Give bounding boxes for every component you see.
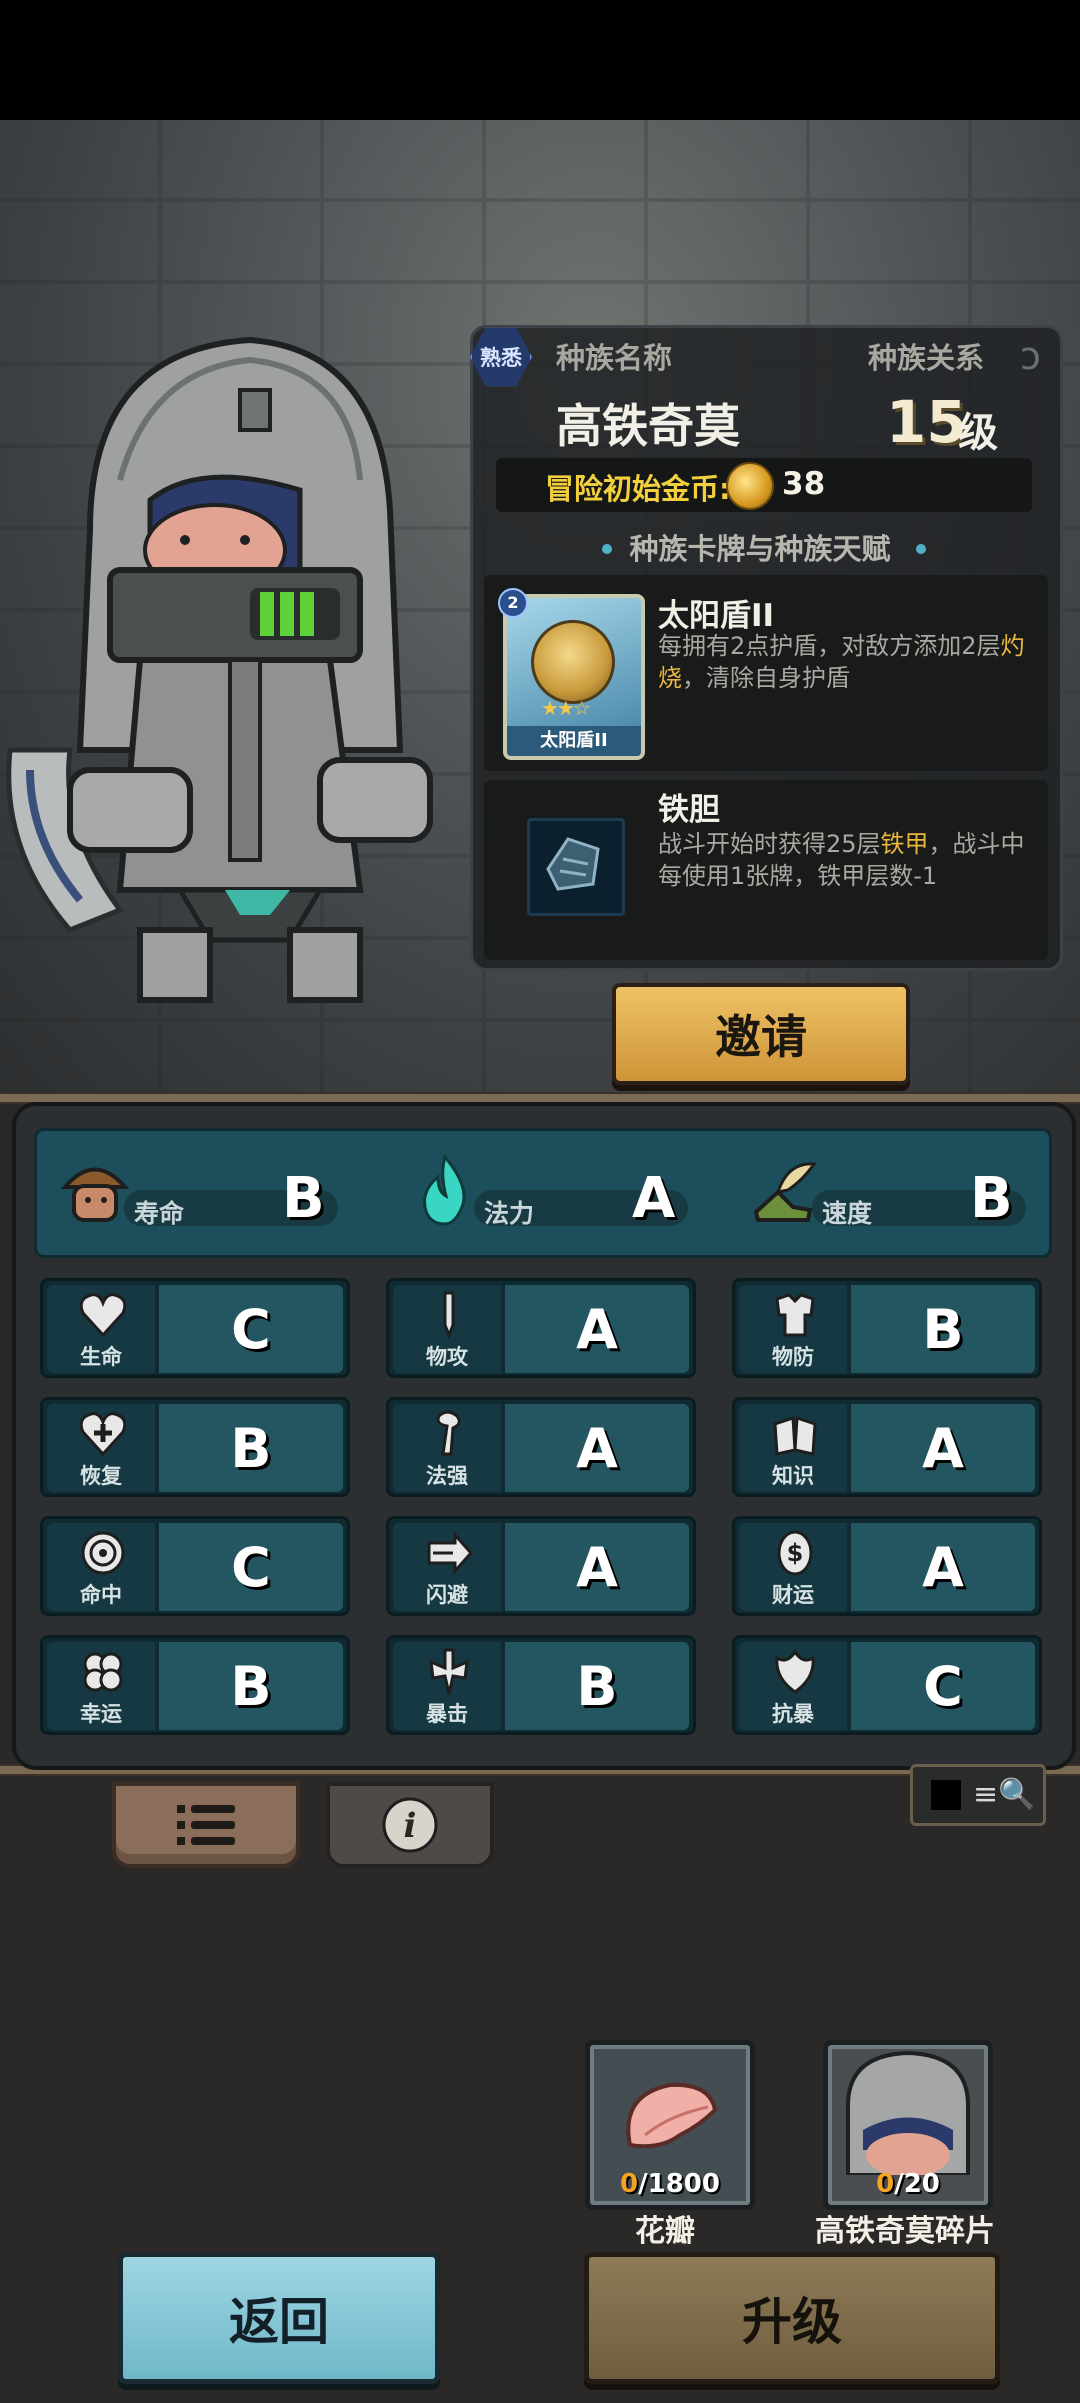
sun-shield-card-thumbnail[interactable]: ★★☆ 太阳盾II [503, 594, 645, 760]
svg-text:$: $ [787, 1539, 804, 1567]
stat-knowledge: 知识 A [732, 1397, 1042, 1497]
tab-list[interactable] [112, 1782, 300, 1868]
section-title: 种族卡牌与种族天赋 [629, 532, 891, 566]
summary-mana: 法力 A [410, 1140, 710, 1240]
stat-luck: 幸运 B [40, 1635, 350, 1735]
stat-hp: 生命 C [40, 1278, 350, 1378]
stat-accuracy: 命中 C [40, 1516, 350, 1616]
race-relation-button[interactable]: 种族关系 [868, 335, 984, 377]
gold-coin-icon [726, 462, 774, 510]
card-level-badge: 2 [498, 588, 528, 618]
target-icon [81, 1531, 125, 1575]
starting-gold-value: 38 [782, 466, 826, 502]
petal-count: 0/1800 [620, 2169, 720, 2199]
upgrade-button[interactable]: 升级 [584, 2252, 1000, 2384]
stat-wealth: $ 财运 A [732, 1516, 1042, 1616]
petal-label: 花瓣 [635, 2214, 695, 2249]
svg-text:i: i [404, 1806, 417, 1846]
stat-dodge: 闪避 A [386, 1516, 696, 1616]
character-illustration [0, 330, 470, 1020]
stat-recovery: 恢复 B [40, 1397, 350, 1497]
list-search-icon: ≡🔍 [973, 1777, 1036, 1812]
dash-arrow-icon [427, 1531, 473, 1575]
shield-flower-icon [775, 1649, 815, 1694]
petal-resource[interactable]: 0/1800 [585, 2040, 755, 2210]
petal-icon [626, 2082, 718, 2149]
invite-button[interactable]: 邀请 [612, 983, 910, 1085]
card-description: 每拥有2点护盾，对敌方添加2层灼烧，清除自身护盾 [658, 632, 1025, 692]
view-toggle-button[interactable]: ≡🔍 [910, 1764, 1046, 1826]
list-icon [177, 1805, 235, 1845]
swirl-icon: ↄ [1020, 334, 1041, 378]
tab-info[interactable]: i [326, 1782, 494, 1868]
shard-label: 高铁奇莫碎片 [815, 2214, 995, 2249]
info-icon: i [382, 1797, 438, 1853]
status-bar [0, 0, 1080, 120]
stat-physical-defense: 物防 B [732, 1278, 1042, 1378]
crit-icon [429, 1648, 469, 1695]
square-icon [931, 1780, 961, 1810]
familiar-badge: 熟悉 [470, 326, 532, 388]
summary-speed: 速度 B [748, 1140, 1048, 1240]
starting-gold-label: 冒险初始金币: [545, 472, 731, 506]
race-name-label: 种族名称 [556, 341, 673, 375]
blue-flame-icon [423, 1153, 466, 1226]
book-icon [773, 1415, 817, 1456]
winged-boot-icon [753, 1162, 817, 1222]
coin-dollar-icon: $ [777, 1530, 813, 1576]
sun-shield-icon [531, 620, 615, 704]
armor-icon [775, 1293, 815, 1337]
card-stars-icon: ★★☆ [541, 696, 591, 720]
stat-magic-power: 法强 A [386, 1397, 696, 1497]
stat-physical-attack: 物攻 A [386, 1278, 696, 1378]
talent-description: 战斗开始时获得25层铁甲，战斗中每使用1张牌，铁甲层数-1 [658, 830, 1025, 890]
race-name: 高铁奇莫 [556, 399, 740, 453]
stat-critical: 暴击 B [386, 1635, 696, 1735]
card-thumb-name: 太阳盾II [507, 726, 641, 756]
mushroom-head-icon [60, 1167, 130, 1222]
level-unit: 级 [958, 410, 998, 456]
iron-gut-talent-icon [527, 818, 625, 916]
card-title: 太阳盾II [658, 598, 775, 634]
staff-icon [436, 1410, 461, 1456]
heart-icon [79, 1293, 127, 1338]
heart-plus-icon [79, 1412, 127, 1457]
stat-crit-resistance: 抗暴 C [732, 1635, 1042, 1735]
section-dot-right [916, 544, 926, 554]
back-button[interactable]: 返回 [118, 2252, 440, 2384]
race-level: 15 [886, 388, 967, 456]
shard-resource[interactable]: 0/20 [823, 2040, 993, 2210]
clover-icon [83, 1652, 123, 1692]
talent-title: 铁胆 [658, 792, 720, 828]
shard-count: 0/20 [876, 2169, 940, 2199]
summary-lifespan: 寿命 B [60, 1140, 360, 1240]
character-shard-icon [846, 2050, 970, 2175]
sword-icon [443, 1291, 455, 1339]
